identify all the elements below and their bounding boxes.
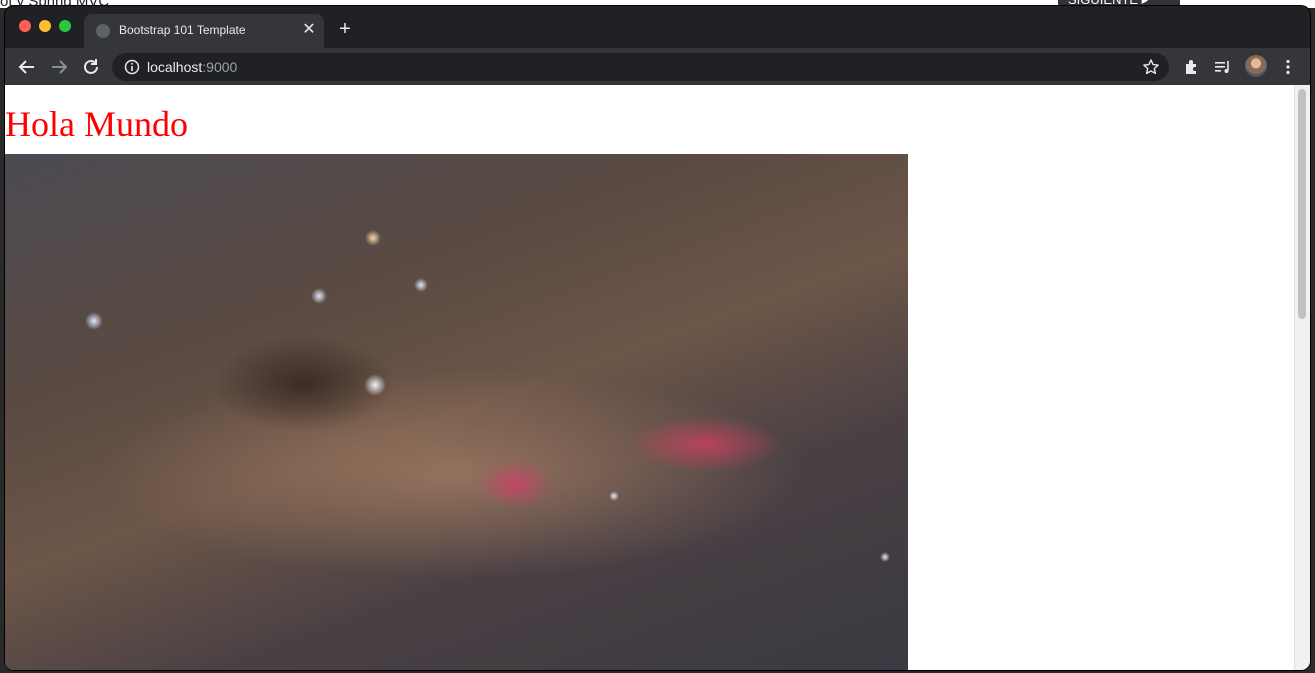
star-point — [365, 230, 381, 246]
avatar[interactable] — [1245, 55, 1267, 77]
vertical-scrollbar[interactable] — [1294, 85, 1310, 670]
page-heading: Hola Mundo — [5, 104, 188, 144]
star-icon[interactable] — [1142, 58, 1160, 76]
tab-title: Bootstrap 101 Template — [119, 23, 246, 37]
tab-strip: Bootstrap 101 Template ✕ + — [5, 6, 1310, 48]
info-icon[interactable] — [124, 59, 140, 75]
globe-icon — [96, 24, 110, 38]
tab-active[interactable]: Bootstrap 101 Template ✕ — [84, 14, 324, 48]
star-point — [609, 491, 619, 501]
url-host: localhost — [147, 59, 203, 75]
milky-way-photo — [5, 154, 908, 670]
window-maximize-button[interactable] — [59, 20, 71, 32]
url-text: localhost:9000 — [147, 59, 237, 75]
window-minimize-button[interactable] — [39, 20, 51, 32]
reload-icon[interactable] — [80, 56, 102, 78]
star-point — [880, 552, 890, 562]
star-point — [364, 374, 386, 396]
toolbar: localhost:9000 — [5, 48, 1310, 85]
back-arrow-icon[interactable] — [16, 56, 38, 78]
more-vert-icon[interactable] — [1278, 57, 1298, 77]
media-queue-icon[interactable] — [1213, 57, 1233, 77]
tab-close-icon[interactable]: ✕ — [300, 21, 318, 39]
scrollbar-thumb[interactable] — [1298, 89, 1306, 319]
star-point — [311, 288, 327, 304]
extensions-puzzle-icon[interactable] — [1182, 57, 1202, 77]
url-port: :9000 — [202, 59, 238, 75]
new-tab-button[interactable]: + — [335, 19, 355, 39]
star-point — [85, 312, 103, 330]
window-close-button[interactable] — [19, 20, 31, 32]
browser-window: Bootstrap 101 Template ✕ + localhost:900… — [5, 6, 1310, 670]
page-viewport: Hola Mundo — [5, 85, 1310, 670]
star-point — [414, 278, 428, 292]
address-bar[interactable]: localhost:9000 — [112, 53, 1169, 81]
forward-arrow-icon[interactable] — [48, 56, 70, 78]
